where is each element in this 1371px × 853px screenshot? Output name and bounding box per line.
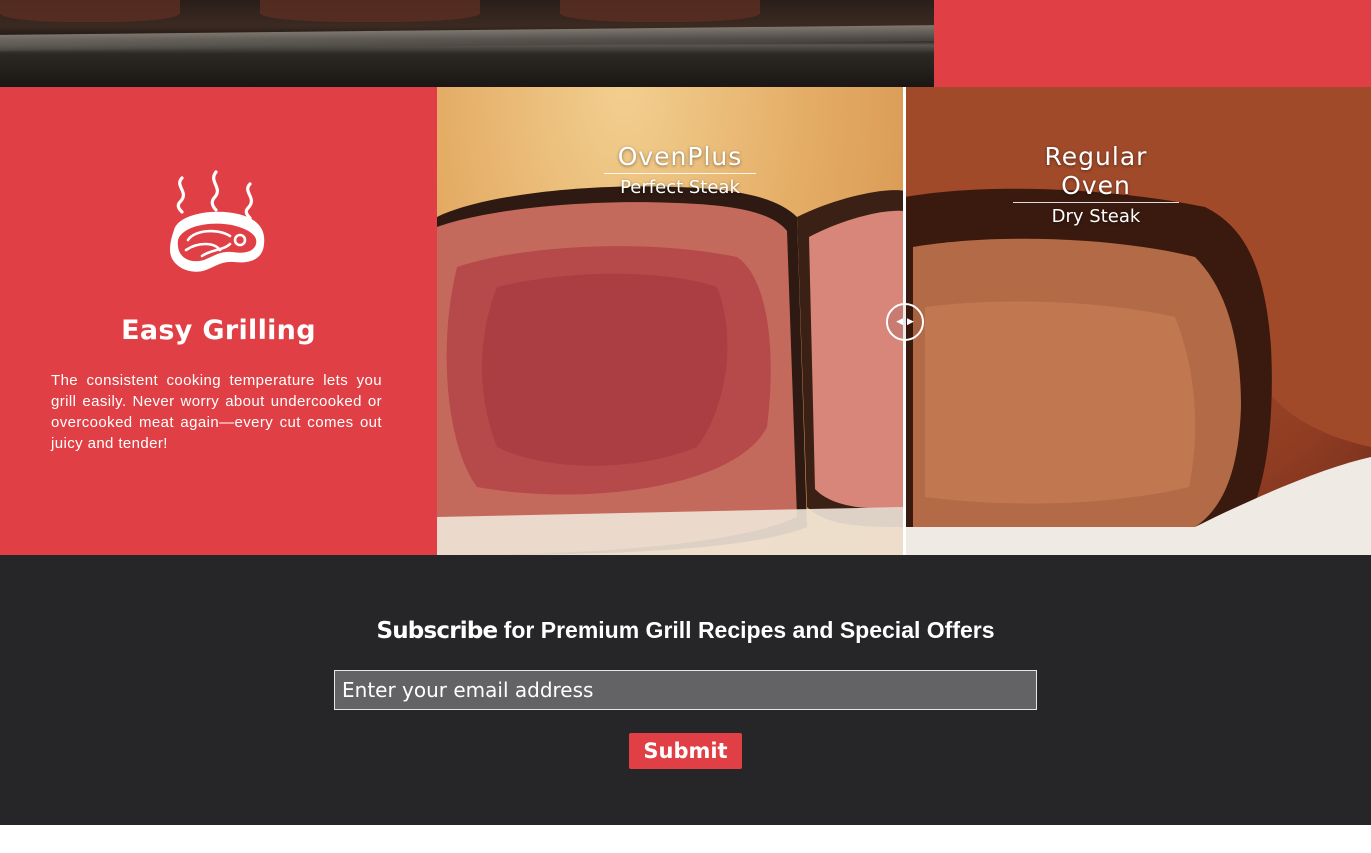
feature-panel: Easy Grilling The consistent cooking tem… [0,87,437,555]
feature-title: Easy Grilling [121,315,316,346]
slider-handle[interactable]: ◀ ▶ [886,303,924,341]
chevron-right-icon: ▶ [907,316,914,327]
regular-oven-title: Regular Oven [1013,142,1179,203]
submit-button[interactable]: Submit [629,733,742,769]
top-red-block [934,0,1371,87]
top-banner [0,0,1371,87]
page-footer-space [0,825,1371,853]
subscribe-heading-bold: Subscribe [376,618,498,644]
feature-section: Easy Grilling The consistent cooking tem… [0,87,1371,555]
subscribe-section: Subscribe for Premium Grill Recipes and … [0,555,1371,825]
ovenplus-subtitle: Perfect Steak [620,177,740,198]
ovenplus-label: OvenPlus Perfect Steak [597,142,763,198]
email-input[interactable] [334,670,1037,710]
before-after-slider[interactable]: ◀ ▶ OvenPlus Perfect Steak Regular Oven … [437,87,1371,555]
chevron-left-icon: ◀ [896,316,903,327]
subscribe-heading: Subscribe for Premium Grill Recipes and … [0,617,1371,644]
ovenplus-title: OvenPlus [603,142,757,174]
regular-oven-subtitle: Dry Steak [1051,206,1141,227]
regular-oven-label: Regular Oven Dry Steak [1013,142,1179,227]
grill-photo [0,0,934,87]
subscribe-heading-rest: for Premium Grill Recipes and Special Of… [497,617,995,643]
steak-icon [170,170,265,272]
feature-description: The consistent cooking temperature lets … [51,372,382,452]
